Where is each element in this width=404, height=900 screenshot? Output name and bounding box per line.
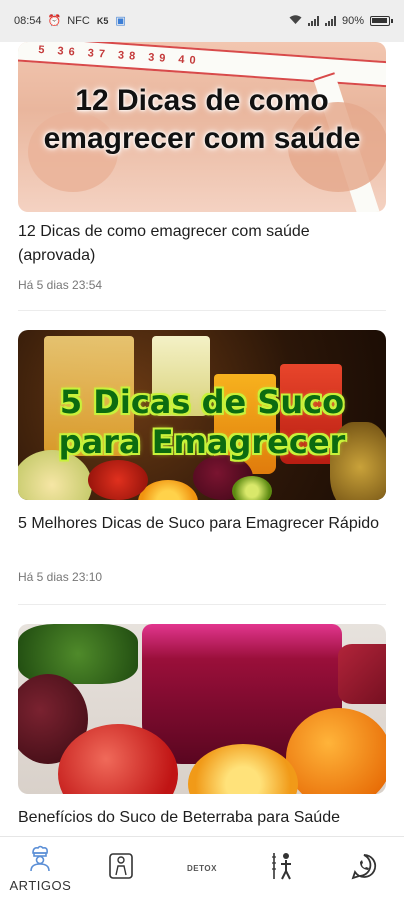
chef-icon (26, 845, 54, 876)
data-speed-icon: K5 (96, 16, 109, 26)
app-notification-icon: ▣ (115, 14, 126, 27)
nav-measure[interactable] (247, 837, 319, 900)
kiwi (232, 476, 272, 500)
article-thumbnail[interactable]: 5 36 37 38 39 40 12 Dicas de como emagre… (18, 42, 386, 212)
body-measure-icon (270, 851, 296, 886)
nav-whatsapp[interactable] (328, 837, 400, 900)
beet-stems (338, 644, 386, 704)
article-title[interactable]: 12 Dicas de como emagrecer com saúde (ap… (18, 220, 386, 268)
status-time: 08:54 (14, 14, 42, 27)
tape-numbers: 5 36 37 38 39 40 (37, 43, 201, 68)
nav-artigos[interactable]: ARTIGOS (4, 837, 76, 900)
status-right: 90% (289, 14, 393, 28)
status-left: 08:54 ⏰ NFC K5 ▣ (14, 14, 126, 27)
article-date: Há 5 dias 23:10 (18, 570, 103, 584)
article-date: Há 5 dias 23:54 (18, 278, 103, 292)
battery-percent: 90% (341, 14, 364, 27)
battery-icon (370, 16, 393, 26)
article-title[interactable]: Benefícios do Suco de Beterraba para Saú… (18, 806, 386, 830)
divider (18, 604, 386, 605)
nav-scale[interactable] (85, 837, 157, 900)
article-thumbnail[interactable] (18, 624, 386, 794)
article-card[interactable]: Benefícios do Suco de Beterraba para Saú… (0, 624, 404, 836)
status-bar: 08:54 ⏰ NFC K5 ▣ 90% (0, 0, 404, 42)
nfc-icon: NFC (67, 14, 90, 27)
article-title[interactable]: 5 Melhores Dicas de Suco para Emagrecer … (18, 512, 386, 536)
article-thumbnail[interactable]: 5 Dicas de Suco para Emagrecer (18, 330, 386, 500)
article-card[interactable]: 5 36 37 38 39 40 12 Dicas de como emagre… (0, 42, 404, 304)
signal-2-icon (324, 16, 336, 26)
divider (18, 310, 386, 311)
nav-label: ARTIGOS (9, 877, 72, 893)
signal-1-icon (307, 16, 319, 26)
alarm-icon: ⏰ (47, 14, 62, 27)
whatsapp-icon (350, 852, 378, 885)
detox-icon: DETOX (187, 864, 217, 873)
thumbnail-caption: 12 Dicas de como emagrecer com saúde (43, 84, 361, 155)
thumbnail-caption: 5 Dicas de Suco para Emagrecer (58, 383, 346, 461)
bottom-navigation: ARTIGOS DETOX (0, 836, 404, 900)
wifi-icon (289, 14, 302, 28)
article-card[interactable]: 5 Dicas de Suco para Emagrecer 5 Melhore… (0, 330, 404, 592)
nav-detox[interactable]: DETOX (166, 837, 238, 900)
scale-icon (108, 852, 134, 885)
article-feed[interactable]: 5 36 37 38 39 40 12 Dicas de como emagre… (0, 42, 404, 836)
strawberries (88, 460, 148, 500)
